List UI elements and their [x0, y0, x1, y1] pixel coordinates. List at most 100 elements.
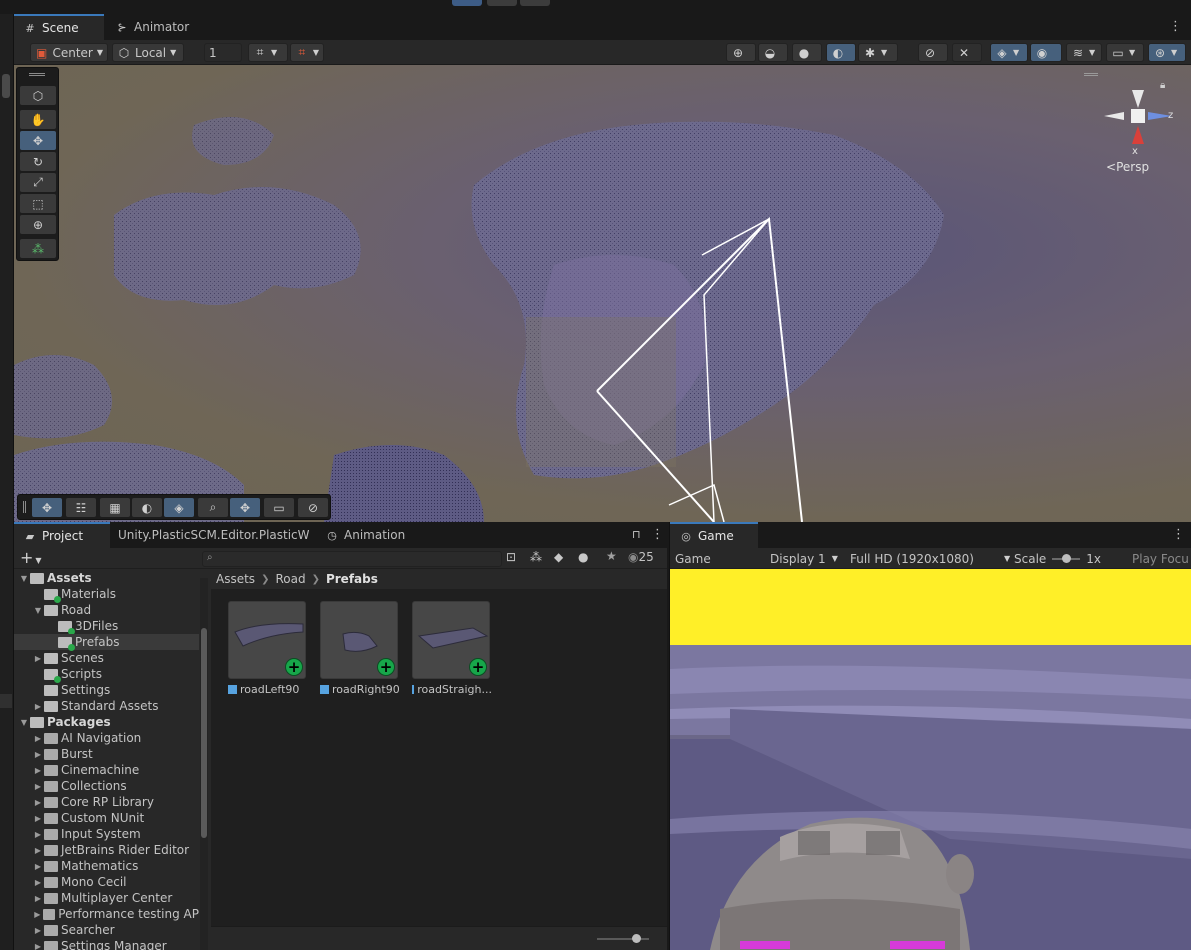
scale-track[interactable] [1052, 553, 1081, 563]
expanded-arrow-icon[interactable]: ▼ [18, 718, 30, 727]
tree-scrollbar-thumb[interactable] [201, 628, 207, 838]
tab-game[interactable]: ◎ Game [670, 522, 758, 548]
move-tool-button[interactable]: ✥ [20, 131, 56, 150]
tree-scrollbar[interactable] [200, 578, 208, 950]
collapsed-arrow-icon[interactable]: ▶ [32, 798, 44, 807]
overlay-layers-button[interactable]: ◈ [164, 498, 194, 517]
collapsed-arrow-icon[interactable]: ▶ [32, 702, 44, 711]
tree-item[interactable]: ▶ Mono Cecil [14, 874, 199, 890]
gizmos-dropdown[interactable]: ⊛ ▼ [1148, 43, 1186, 62]
search-by-label-icon[interactable]: ⁂ [530, 550, 542, 564]
scene-effects-dropdown[interactable]: ◈ ▼ [990, 43, 1028, 62]
lighting-toggle-button[interactable]: ✕ [952, 43, 982, 62]
collapsed-arrow-icon[interactable]: ▶ [32, 926, 44, 935]
overlay-shading-button[interactable]: ◐ [132, 498, 162, 517]
breadcrumb-item[interactable]: Road [275, 572, 305, 586]
tab-animator[interactable]: ⊱ Animator [106, 14, 199, 40]
lock-icon[interactable]: 🔒︎ [1160, 80, 1165, 91]
collapsed-arrow-icon[interactable]: ▶ [32, 782, 44, 791]
tree-item[interactable]: ▶ Cinemachine [14, 762, 199, 778]
tree-item[interactable]: ▶ Standard Assets [14, 698, 199, 714]
rotate-tool-button[interactable]: ↻ [20, 152, 56, 171]
info-icon[interactable]: ● [578, 550, 588, 564]
pause-button[interactable] [487, 0, 517, 6]
tree-item[interactable]: ▶ Searcher [14, 922, 199, 938]
search-by-type-icon[interactable]: ⊡ [506, 550, 516, 564]
scale-slider[interactable]: Scale 1x [1014, 550, 1114, 567]
tag-icon[interactable]: ◆ [554, 550, 563, 564]
overlay-pivot-button[interactable]: ✥ [230, 498, 260, 517]
star-icon[interactable]: ★ [606, 549, 617, 563]
collapsed-arrow-icon[interactable]: ▶ [32, 766, 44, 775]
game-view-dropdown[interactable]: Game [675, 550, 760, 567]
slider-knob[interactable] [632, 934, 641, 943]
hand-tool-button[interactable]: ✋ [20, 110, 56, 129]
thumbnail-size-slider[interactable] [597, 934, 649, 943]
lock-icon[interactable]: ⊓ [632, 528, 641, 541]
tree-item[interactable]: ▶ Mathematics [14, 858, 199, 874]
add-button[interactable]: + ▼ [20, 548, 42, 567]
tree-item[interactable]: Prefabs [14, 634, 199, 651]
rect-tool-button[interactable]: ⬚ [20, 194, 56, 213]
tab-plastic-scm[interactable]: Unity.PlasticSCM.Editor.PlasticW [108, 522, 320, 548]
viewport-handle-icon[interactable] [1084, 73, 1098, 76]
asset-item[interactable]: + roadStraigh... [412, 601, 492, 701]
step-button[interactable] [520, 0, 550, 6]
tree-item[interactable]: ▼ Road [14, 602, 199, 618]
overlay-move-button[interactable]: ✥ [32, 498, 62, 517]
increment-snap-button[interactable]: ⌗ ▼ [290, 43, 324, 62]
tree-item[interactable]: ▶ Burst [14, 746, 199, 762]
pivot-rotation-dropdown[interactable]: ⬡ Local ▼ [112, 43, 184, 62]
tree-item[interactable]: ▶ Collections [14, 778, 199, 794]
collapsed-arrow-icon[interactable]: ▶ [32, 750, 44, 759]
scale-knob[interactable] [1062, 553, 1072, 563]
tab-project[interactable]: ▰ Project [14, 522, 110, 548]
tree-item[interactable]: ▼ Packages [14, 714, 199, 730]
unlit-shading-button[interactable]: ● [792, 43, 822, 62]
overlay-search-button[interactable]: ⌕ [198, 498, 228, 517]
view-cube-button[interactable]: ⬡ [20, 86, 56, 105]
collapsed-arrow-icon[interactable]: ▶ [32, 814, 44, 823]
scene-viewport[interactable] [14, 65, 1191, 522]
scale-tool-button[interactable]: ⤢ [20, 173, 56, 192]
collapsed-arrow-icon[interactable]: ▶ [32, 846, 44, 855]
collapsed-arrow-icon[interactable]: ▶ [32, 654, 44, 663]
collapsed-arrow-icon[interactable]: ▶ [32, 830, 44, 839]
tree-item[interactable]: ▶ Input System [14, 826, 199, 842]
camera-settings-dropdown[interactable]: ▭ ▼ [1106, 43, 1144, 62]
tree-item[interactable]: 3DFiles [14, 618, 199, 635]
orientation-gizmo[interactable]: 🔒︎ z x <Persp [1098, 78, 1178, 176]
tree-item[interactable]: ▶ Settings Manager [14, 938, 199, 950]
transform-tool-button[interactable]: ⊕ [20, 215, 56, 234]
breadcrumb-current[interactable]: Prefabs [326, 572, 378, 586]
2d-toggle-button[interactable]: ⊘ [918, 43, 948, 62]
asset-item[interactable]: + roadRight90 [320, 601, 400, 701]
overlay-compass-button[interactable]: ⊘ [298, 498, 328, 517]
tools-handle-icon[interactable] [29, 73, 45, 76]
collapsed-arrow-icon[interactable]: ▶ [32, 862, 44, 871]
grid-toggle-button[interactable]: ⌗ ▼ [248, 43, 288, 62]
scene-menu-icon[interactable]: ⋮ [1169, 19, 1182, 34]
overlay-handle-icon[interactable] [23, 501, 26, 513]
layers-dropdown[interactable]: ≋ ▼ [1066, 43, 1102, 62]
search-input[interactable]: ⌕ [202, 551, 502, 567]
tree-item[interactable]: ▼ Assets [14, 570, 199, 586]
display-dropdown[interactable]: Display 1 ▼ [770, 550, 844, 567]
expanded-arrow-icon[interactable]: ▼ [32, 606, 44, 615]
tree-item[interactable]: ▶ Scenes [14, 650, 199, 666]
collapsed-arrow-icon[interactable]: ▶ [32, 734, 44, 743]
expanded-arrow-icon[interactable]: ▼ [18, 574, 30, 583]
collapsed-arrow-icon[interactable]: ▶ [32, 910, 43, 919]
breadcrumb-item[interactable]: Assets [216, 572, 255, 586]
tree-item[interactable]: ▶ Core RP Library [14, 794, 199, 810]
tree-item[interactable]: Materials [14, 586, 199, 603]
asset-item[interactable]: + roadLeft90 [228, 601, 308, 701]
play-focus-dropdown[interactable]: Play Focu [1132, 550, 1189, 567]
custom-tool-button[interactable]: ⁂ [20, 239, 56, 258]
grid-snap-input[interactable]: 1 [204, 43, 242, 62]
tree-item[interactable]: ▶ AI Navigation [14, 730, 199, 746]
game-menu-icon[interactable]: ⋮ [1172, 527, 1185, 542]
projection-toggle[interactable]: <Persp [1106, 160, 1149, 174]
play-button[interactable] [452, 0, 482, 6]
tree-item[interactable]: ▶ Multiplayer Center [14, 890, 199, 906]
